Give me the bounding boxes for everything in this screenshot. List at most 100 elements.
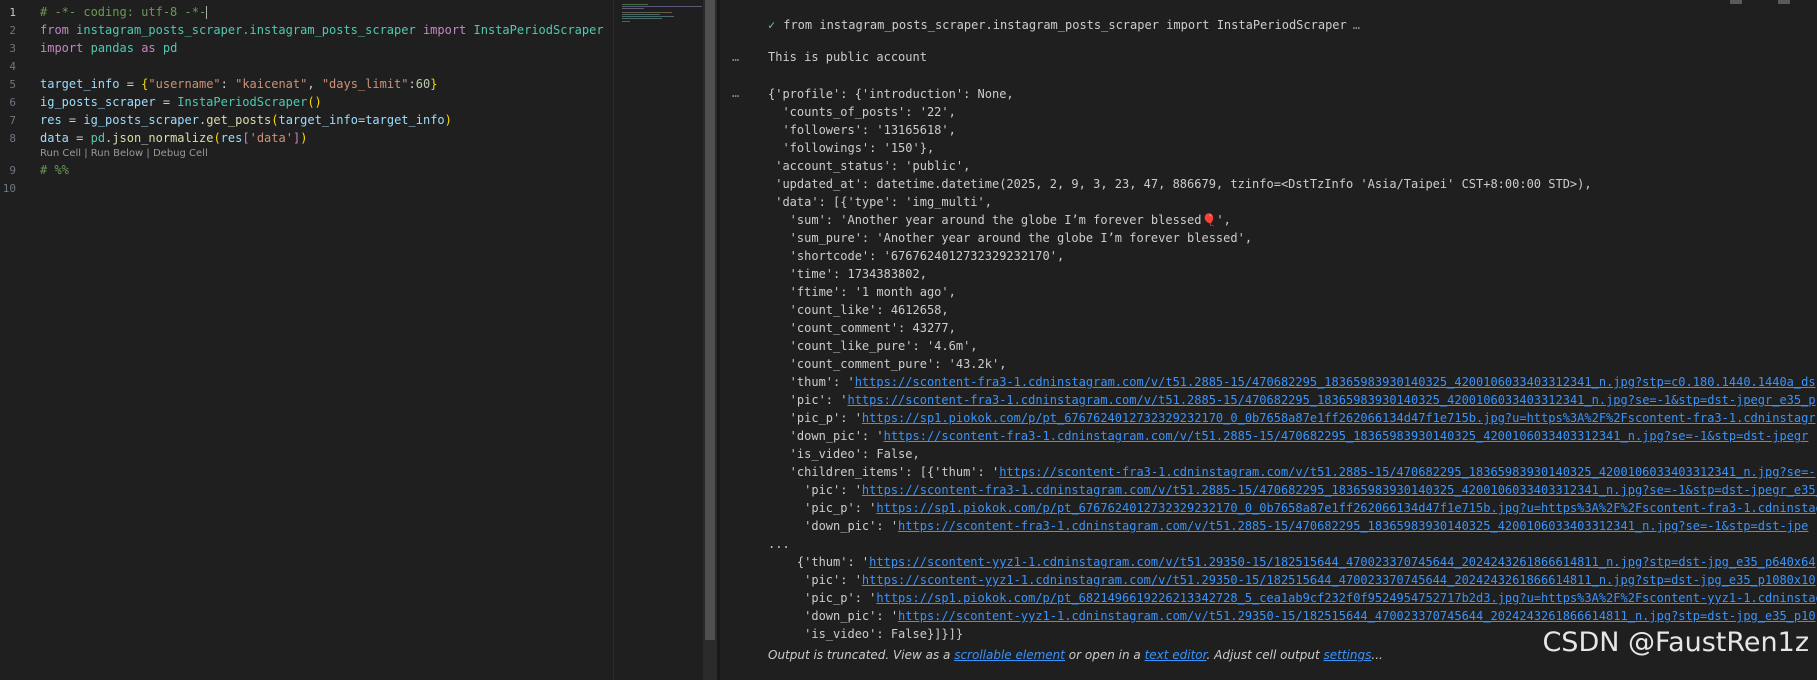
operator: = [68, 131, 91, 145]
bracket: [ [242, 131, 250, 145]
output-line: 'ftime': '1 month ago', [768, 285, 956, 299]
url-link[interactable]: https://scontent-yyz1-1.cdninstagram.com… [869, 555, 1815, 569]
output-line: 'data': [{'type': 'img_multi', [768, 195, 992, 209]
output-line: 'sum_pure': 'Another year around the glo… [768, 231, 1253, 245]
minimap-line [622, 14, 660, 15]
codelens-separator: | [143, 148, 153, 159]
output-key: {'thum': ' [768, 555, 870, 569]
output-line: 'down_pic': 'https://scontent-yyz1-1.cdn… [768, 609, 1816, 623]
operator: = [155, 95, 178, 109]
line-number: 8 [9, 132, 16, 145]
minimap-line [622, 12, 672, 13]
toolbar-icon[interactable] [1778, 0, 1790, 4]
output-menu-dots[interactable]: … [732, 86, 740, 100]
text-editor-link[interactable]: text editor [1145, 648, 1207, 662]
url-link[interactable]: https://sp1.piokok.com/p/pt_682149661922… [876, 591, 1817, 605]
url-link[interactable]: https://scontent-fra3-1.cdninstagram.com… [862, 483, 1817, 497]
output-line: 'counts_of_posts': '22', [768, 105, 956, 119]
bracket: ) [300, 131, 308, 145]
comment: # -*- coding: utf-8 -*- [40, 5, 207, 19]
module-name: instagram_posts_scraper.instagram_posts_… [76, 23, 416, 37]
line-number: 7 [9, 114, 16, 127]
output-key: 'children_items': [{'thum': ' [768, 465, 1000, 479]
line-number: 9 [9, 164, 16, 177]
string: "kaicenat" [235, 77, 308, 91]
editor-scrollbar[interactable] [703, 0, 717, 680]
output-line: 'sum': 'Another year around the globe I’… [768, 213, 1231, 227]
output-line: 'count_comment_pure': '43.2k', [768, 357, 1007, 371]
output-key: 'down_pic': ' [768, 609, 899, 623]
url-link[interactable]: https://scontent-fra3-1.cdninstagram.com… [847, 393, 1815, 407]
output-menu-dots[interactable]: … [732, 50, 740, 64]
url-link[interactable]: https://scontent-fra3-1.cdninstagram.com… [884, 429, 1809, 443]
string: 'data' [249, 131, 293, 145]
run-cell-link[interactable]: Run Cell [40, 148, 81, 159]
function-name: json_normalize [112, 131, 214, 145]
csdn-watermark: CSDN @FaustRen1z [1542, 627, 1809, 658]
output-line: 'pic_p': 'https://sp1.piokok.com/p/pt_67… [768, 411, 1816, 425]
output-key: 'pic_p': ' [768, 501, 877, 515]
output-panel[interactable]: ✓ from instagram_posts_scraper.instagram_… [720, 0, 1817, 680]
operator: = [119, 77, 142, 91]
minimap[interactable] [613, 0, 704, 680]
code-line-2[interactable]: from instagram_posts_scraper.instagram_p… [40, 23, 604, 37]
code-line-9[interactable]: # %% [40, 163, 69, 177]
output-line: 'pic': 'https://scontent-fra3-1.cdninsta… [768, 483, 1817, 497]
variable: data [40, 131, 69, 145]
url-link[interactable]: https://scontent-yyz1-1.cdninstagram.com… [898, 609, 1816, 623]
output-line: 'account_status': 'public', [768, 159, 971, 173]
url-link[interactable]: https://scontent-fra3-1.cdninstagram.com… [855, 375, 1816, 389]
output-line: 'count_comment': 43277, [768, 321, 956, 335]
line-number: 5 [9, 78, 16, 91]
url-link[interactable]: https://scontent-fra3-1.cdninstagram.com… [898, 519, 1808, 533]
scrollable-element-link[interactable]: scrollable element [954, 648, 1065, 662]
url-link[interactable]: https://scontent-yyz1-1.cdninstagram.com… [862, 573, 1816, 587]
class-name: InstaPeriodScraper [177, 95, 308, 109]
run-below-link[interactable]: Run Below [91, 148, 143, 159]
output-line: {'profile': {'introduction': None, [768, 87, 1014, 101]
class-name: InstaPeriodScraper [473, 23, 604, 37]
code-line-1[interactable]: # -*- coding: utf-8 -*- [40, 5, 208, 19]
ellipsis-icon[interactable]: … [1353, 18, 1360, 32]
toolbar-icon[interactable] [1730, 0, 1742, 4]
parameter: target_info [278, 113, 358, 127]
string: "username" [148, 77, 221, 91]
code-line-6[interactable]: ig_posts_scraper = InstaPeriodScraper() [40, 95, 322, 109]
cell-header[interactable]: ✓ from instagram_posts_scraper.instagram_… [768, 18, 1360, 32]
debug-cell-link[interactable]: Debug Cell [153, 148, 208, 159]
code-line-3[interactable]: import pandas as pd [40, 41, 177, 55]
output-text: This is public account [768, 50, 927, 64]
output-line: 'children_items': [{'thum': 'https://sco… [768, 465, 1816, 479]
output-line: 'count_like': 4612658, [768, 303, 949, 317]
keyword: from [40, 23, 69, 37]
notice-text: or open in a [1064, 648, 1145, 662]
url-link[interactable]: https://sp1.piokok.com/p/pt_676762401273… [862, 411, 1816, 425]
notice-text: Output is truncated. View as a [768, 648, 955, 662]
output-line: 'thum': 'https://scontent-fra3-1.cdninst… [768, 375, 1816, 389]
settings-link[interactable]: settings [1324, 648, 1372, 662]
output-line: 'count_like_pure': '4.6m', [768, 339, 978, 353]
url-link[interactable]: https://sp1.piokok.com/p/pt_676762401273… [876, 501, 1817, 515]
code-editor[interactable]: 1 2 3 4 5 6 7 8 9 10 # -*- coding: utf-8… [0, 0, 613, 680]
scrollbar-thumb[interactable] [705, 0, 715, 640]
output-line: 'is_video': False, [768, 447, 920, 461]
output-line: 'down_pic': 'https://scontent-fra3-1.cdn… [768, 429, 1809, 443]
minimap-line [622, 8, 644, 9]
operator: = [61, 113, 84, 127]
minimap-line [622, 4, 648, 5]
punctuation: : [220, 77, 236, 91]
line-number: 4 [9, 60, 16, 73]
line-number: 1 [9, 6, 16, 19]
variable: target_info [40, 77, 120, 91]
string: "days_limit" [321, 77, 409, 91]
code-line-5[interactable]: target_info = {"username": "kaicenat", "… [40, 77, 437, 91]
output-line: 'down_pic': 'https://scontent-fra3-1.cdn… [768, 519, 1808, 533]
variable: res [40, 113, 62, 127]
check-icon: ✓ [768, 18, 776, 32]
variable: target_info [365, 113, 445, 127]
variable: res [220, 131, 243, 145]
url-link[interactable]: https://scontent-fra3-1.cdninstagram.com… [999, 465, 1815, 479]
code-line-8[interactable]: data = pd.json_normalize(res['data']) [40, 131, 307, 145]
line-number: 6 [9, 96, 16, 109]
code-line-7[interactable]: res = ig_posts_scraper.get_posts(target_… [40, 113, 452, 127]
